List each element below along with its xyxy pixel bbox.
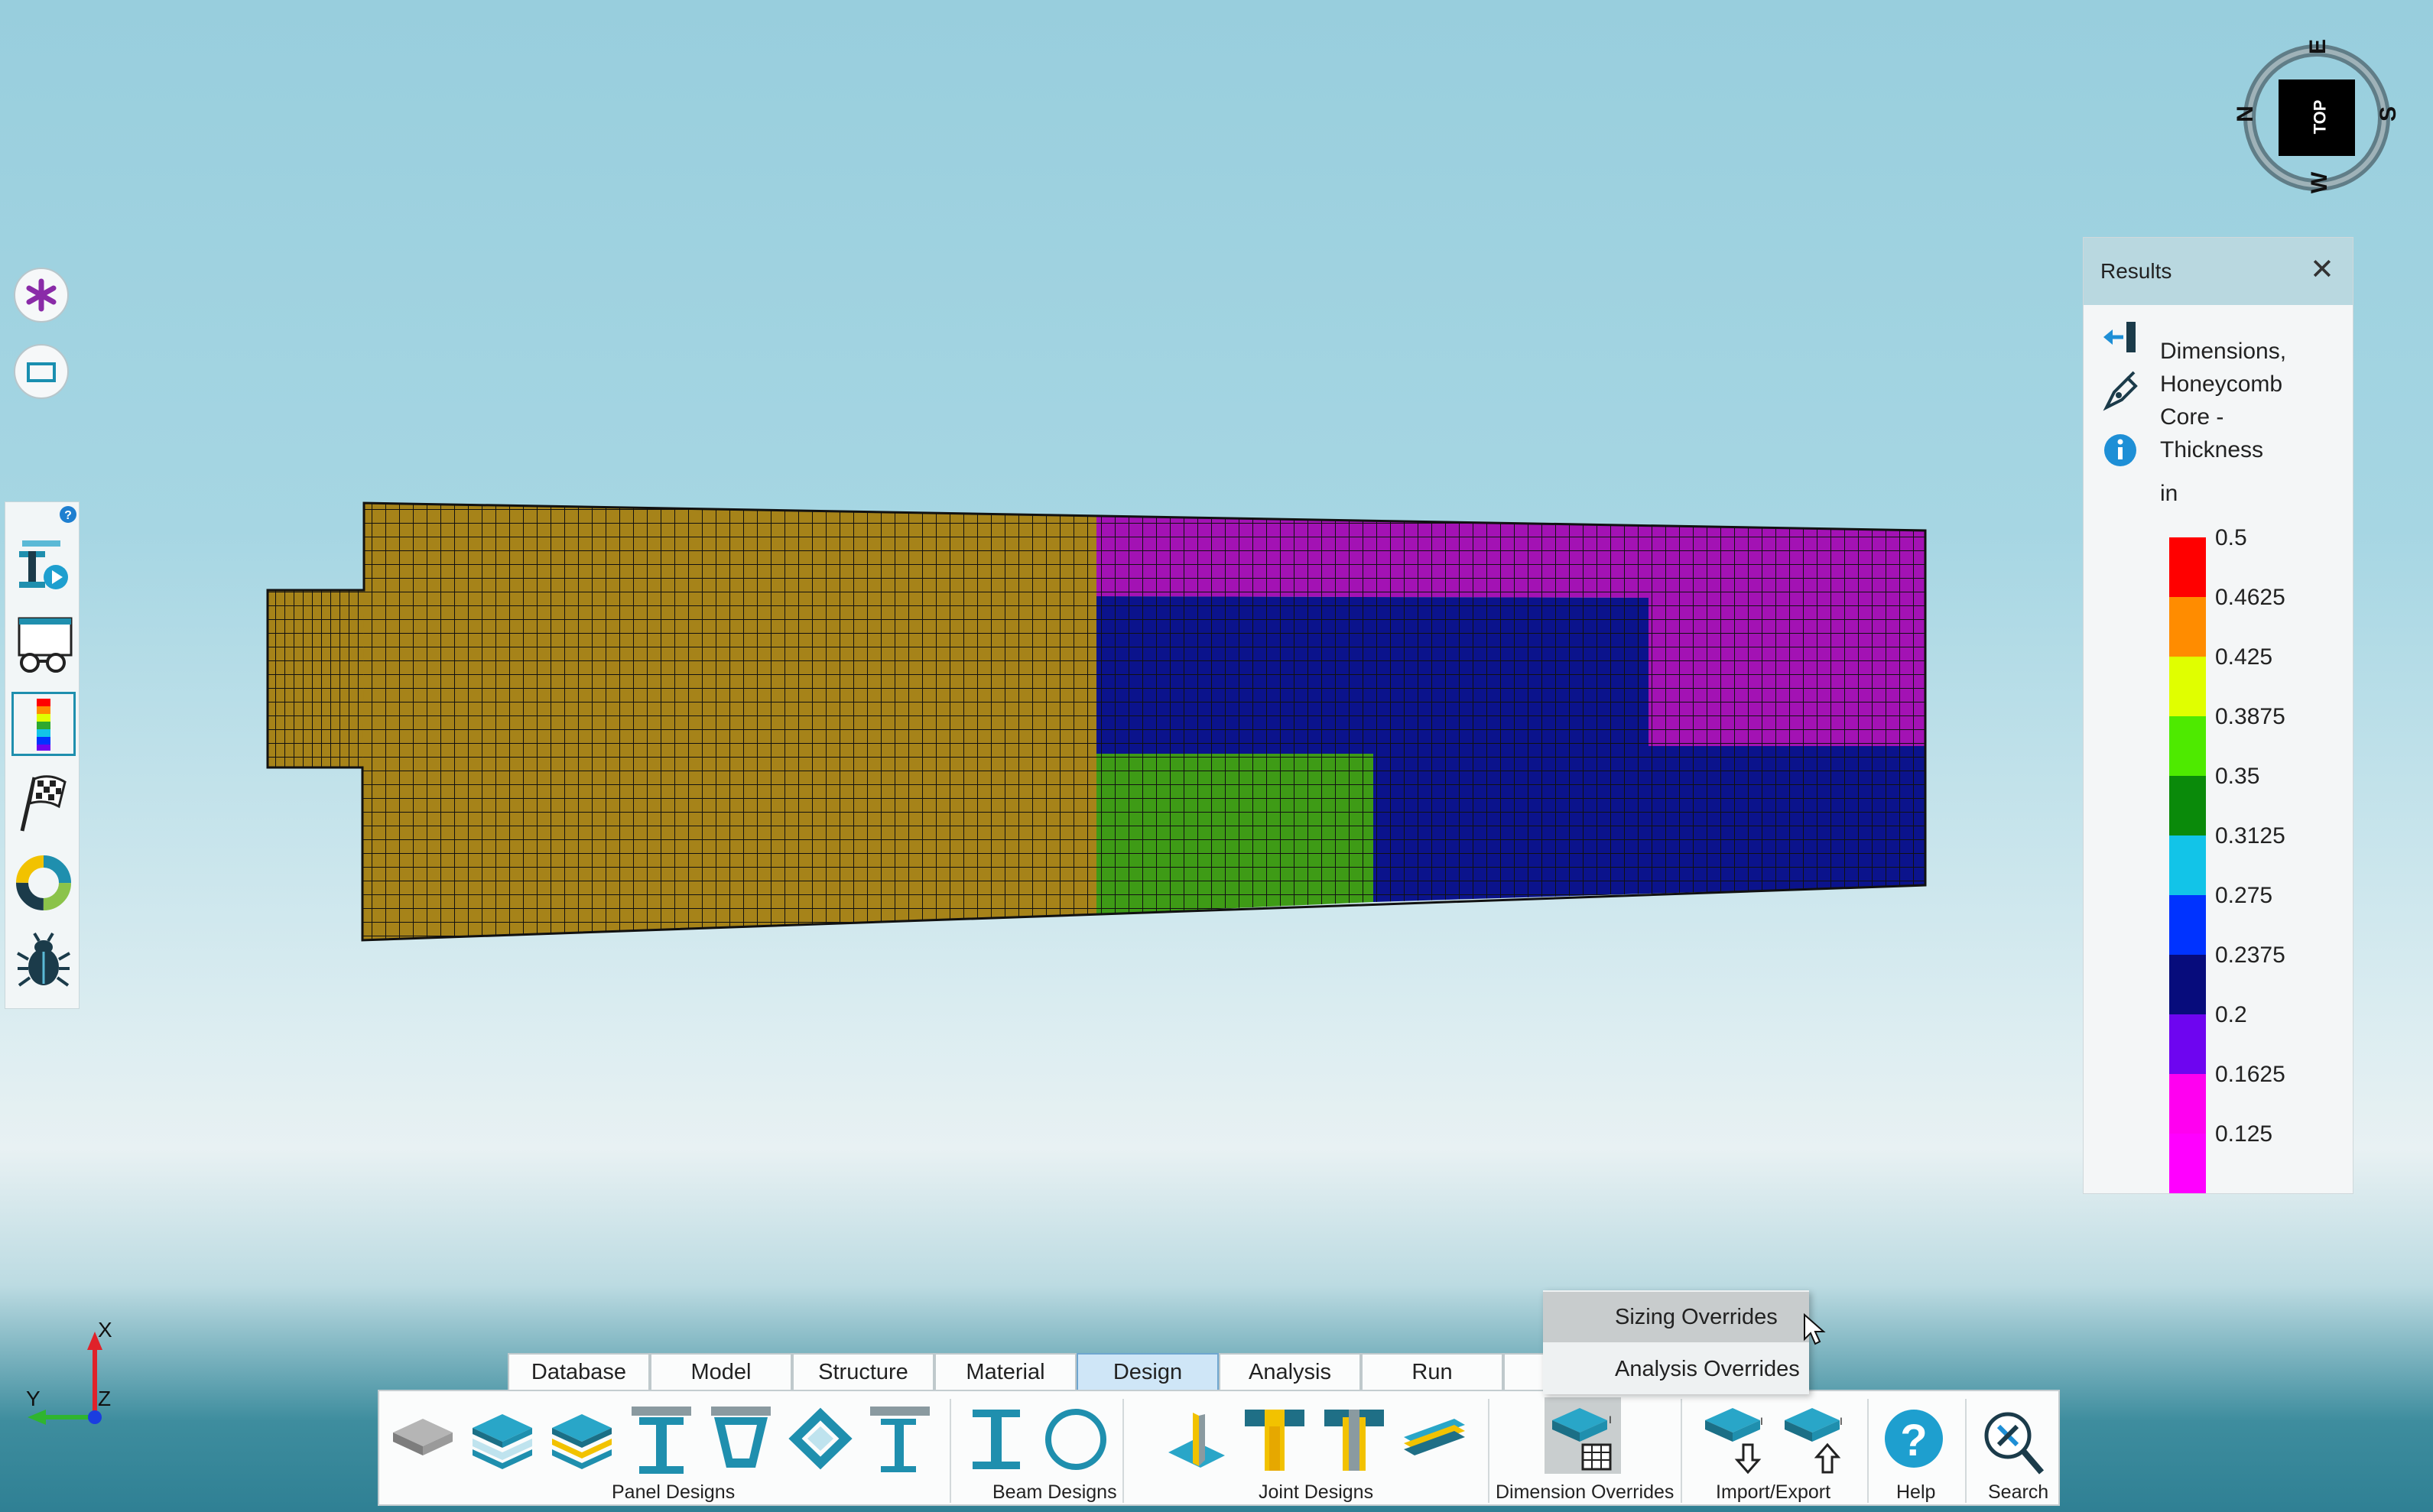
svg-text:I: I — [1840, 1415, 1843, 1427]
legend-value: 0.5 — [2215, 525, 2247, 550]
help-icon[interactable]: ? — [1881, 1407, 1947, 1475]
axis-z-label: Z — [98, 1387, 112, 1410]
results-header: Results ✕ — [2084, 238, 2353, 305]
axis-x-label: X — [98, 1318, 112, 1342]
beam-stiffened-panel-icon[interactable] — [629, 1407, 694, 1483]
angle-joint-icon[interactable] — [1162, 1407, 1228, 1483]
ribbon-toolbar: I I I ? Panel Designs Beam Designs Joint… — [378, 1390, 2060, 1506]
legend-swatch — [2169, 716, 2206, 776]
legend-value: 0.35 — [2215, 764, 2260, 789]
panel-laminate-icon[interactable] — [549, 1407, 615, 1483]
legend-value: 0.1625 — [2215, 1062, 2285, 1087]
tab-run[interactable]: Run — [1361, 1353, 1503, 1391]
legend-swatch — [2169, 835, 2206, 895]
tube-beam-icon[interactable] — [1043, 1407, 1109, 1483]
svg-text:?: ? — [1900, 1416, 1927, 1465]
grid-stiffened-panel-icon[interactable] — [788, 1407, 853, 1483]
tab-model[interactable]: Model — [650, 1353, 792, 1391]
legend-value: 0.3125 — [2215, 823, 2285, 848]
pi-joint-icon[interactable] — [1321, 1407, 1387, 1483]
result-name-line-4: Thickness — [2160, 437, 2264, 462]
tab-structure[interactable]: Structure — [792, 1353, 934, 1391]
legend-value: 0.3875 — [2215, 704, 2285, 729]
import-icon[interactable]: I — [1702, 1407, 1772, 1480]
view-compass[interactable]: TOP N E S W — [2233, 38, 2401, 194]
result-name-line-1: Dimensions, — [2160, 339, 2287, 364]
compass-north-label: N — [2232, 105, 2258, 122]
legend-swatch — [2169, 776, 2206, 835]
i-stiffened-panel-icon[interactable] — [867, 1407, 933, 1483]
dimension-table-icon: I — [1552, 1408, 1612, 1471]
results-title: Results — [2100, 259, 2172, 283]
compass-south-label: S — [2376, 105, 2402, 122]
legend-swatch — [2169, 955, 2206, 1014]
legend-swatch — [2169, 1134, 2206, 1193]
tab-analysis[interactable]: Analysis — [1219, 1353, 1361, 1391]
tab-database[interactable]: Database — [508, 1353, 650, 1391]
panel-sandwich-icon[interactable] — [469, 1407, 535, 1483]
close-icon[interactable]: ✕ — [2310, 255, 2334, 285]
legend-value: 0.2375 — [2215, 943, 2285, 968]
panel-plate-icon[interactable] — [390, 1407, 456, 1468]
legend-swatch — [2169, 1074, 2206, 1134]
menu-item-sizing-overrides[interactable]: Sizing Overrides — [1543, 1292, 1809, 1342]
group-label-help: Help — [1896, 1481, 1936, 1503]
menu-item-analysis-overrides[interactable]: Analysis Overrides — [1543, 1344, 1809, 1394]
legend-swatch — [2169, 597, 2206, 657]
group-label-joint-designs: Joint Designs — [1259, 1481, 1374, 1503]
legend-value: 0.125 — [2215, 1121, 2273, 1147]
export-icon[interactable]: I — [1782, 1407, 1852, 1480]
legend-swatch — [2169, 537, 2206, 597]
collapse-panel-icon[interactable] — [2100, 317, 2140, 357]
legend-value: 0.2 — [2215, 1002, 2247, 1027]
bonded-t-joint-icon[interactable] — [1242, 1407, 1307, 1483]
result-unit: in — [2160, 481, 2178, 506]
search-icon[interactable] — [1980, 1407, 2046, 1480]
results-panel: Results ✕ Dimensions, Honeycomb Core - T… — [2083, 237, 2353, 1194]
lap-joint-icon[interactable] — [1401, 1407, 1467, 1483]
pen-nib-icon[interactable] — [2100, 369, 2143, 412]
result-name-line-3: Core - — [2160, 404, 2224, 430]
hat-stiffened-panel-icon[interactable] — [708, 1407, 774, 1483]
tab-material[interactable]: Material — [934, 1353, 1077, 1391]
dimension-overrides-dropdown: Sizing Overrides Analysis Overrides — [1543, 1290, 1809, 1394]
svg-text:I: I — [1609, 1413, 1612, 1426]
model-viewport[interactable] — [0, 0, 2433, 1512]
compass-top-label: TOP — [2310, 99, 2330, 135]
legend-swatch — [2169, 1014, 2206, 1074]
compass-west-label: W — [2307, 171, 2333, 194]
result-name-line-2: Honeycomb — [2160, 372, 2283, 397]
group-label-search: Search — [1988, 1481, 2049, 1503]
compass-east-label: E — [2305, 38, 2331, 55]
axis-y-label: Y — [26, 1387, 41, 1410]
mouse-cursor-icon — [1804, 1313, 1826, 1345]
legend-value: 0.275 — [2215, 883, 2273, 908]
fe-mesh-model[interactable] — [266, 501, 1927, 942]
legend-value: 0.4625 — [2215, 585, 2285, 610]
group-label-beam-designs: Beam Designs — [992, 1481, 1117, 1503]
svg-text:I: I — [1760, 1415, 1763, 1427]
legend-value: 0.425 — [2215, 644, 2273, 670]
group-label-panel-designs: Panel Designs — [612, 1481, 736, 1503]
group-label-import-export: Import/Export — [1716, 1481, 1831, 1503]
info-icon[interactable] — [2102, 432, 2139, 469]
tab-design[interactable]: Design — [1077, 1353, 1219, 1391]
legend-swatch — [2169, 657, 2206, 716]
i-beam-icon[interactable] — [963, 1407, 1029, 1483]
legend-swatch — [2169, 895, 2206, 955]
group-label-dimension-overrides: Dimension Overrides — [1496, 1481, 1675, 1503]
